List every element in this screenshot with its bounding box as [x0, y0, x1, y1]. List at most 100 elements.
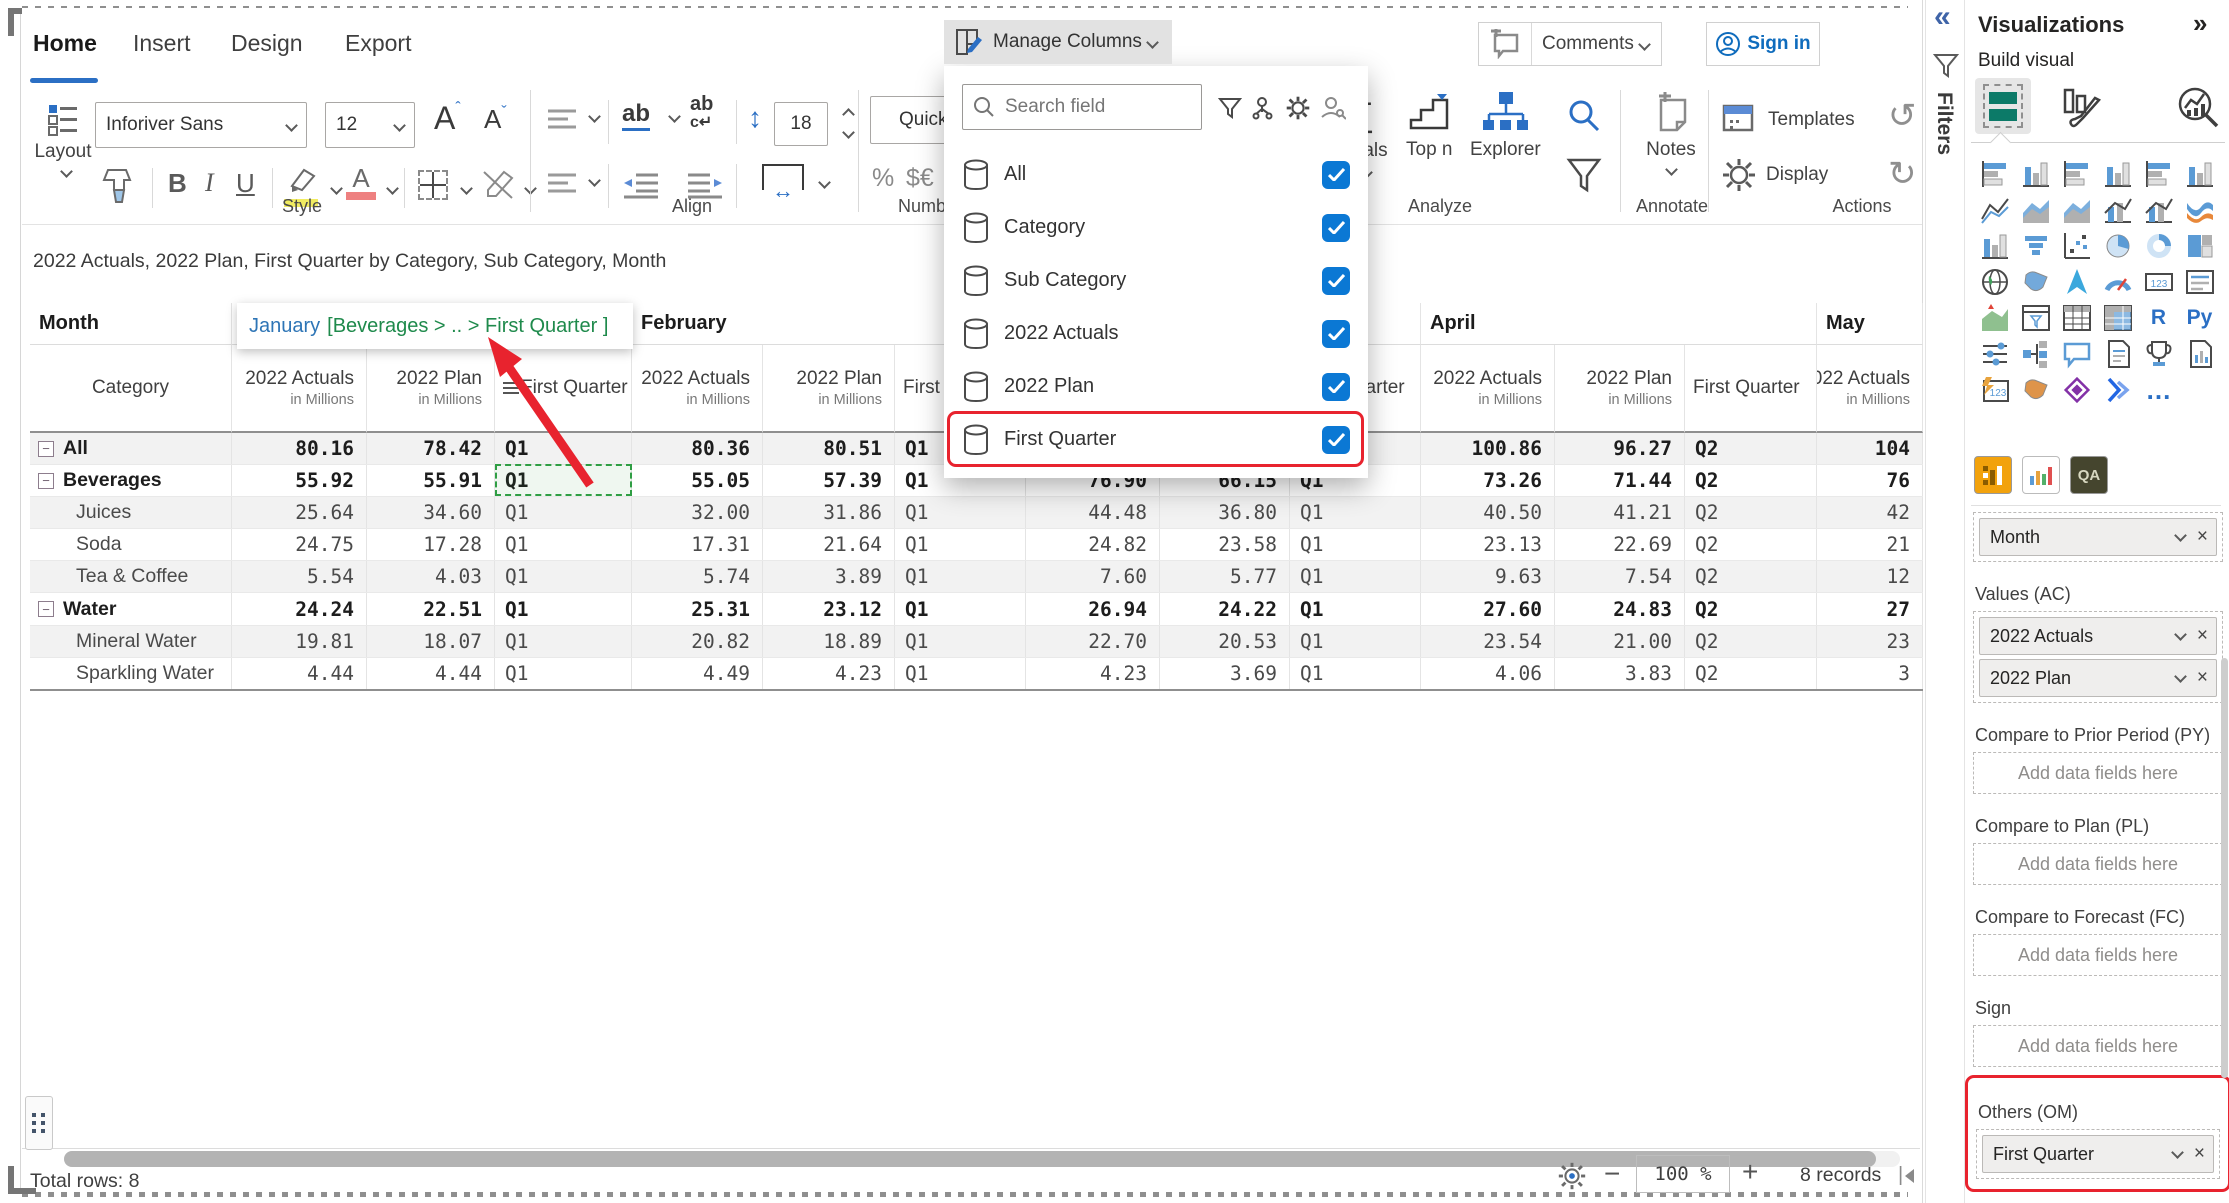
more-visuals-icon[interactable]: …	[2138, 372, 2179, 408]
well-placeholder[interactable]: Add data fields here	[1973, 1025, 2223, 1067]
stacked-bar-chart-icon[interactable]	[1974, 156, 2015, 192]
manage-columns-button[interactable]: Manage Columns	[944, 20, 1172, 64]
column-header-measure[interactable]: 2022 Actualsin Millions	[1817, 345, 1923, 433]
data-cell[interactable]: 25.64	[232, 497, 367, 528]
power-apps-icon[interactable]	[2056, 372, 2097, 408]
pill-chevron[interactable]	[2174, 529, 2187, 542]
text-direction-chevron[interactable]	[668, 110, 681, 123]
collapse-icon[interactable]: −	[38, 441, 54, 457]
column-header-measure[interactable]: 2022 Actualsin Millions	[1421, 345, 1555, 433]
row-label[interactable]: −Water	[30, 593, 232, 624]
notes-button[interactable]: Notes	[1638, 92, 1704, 179]
data-cell[interactable]: 24.24	[232, 593, 367, 624]
data-cell[interactable]: 23.13	[1421, 529, 1555, 560]
clustered-column-chart-icon[interactable]	[2097, 156, 2138, 192]
key-influencers-icon[interactable]	[1974, 336, 2015, 372]
data-cell[interactable]: Q1	[495, 529, 632, 560]
filled-map-icon[interactable]	[2015, 264, 2056, 300]
row-label[interactable]: −All	[30, 433, 232, 464]
tab-format-visual[interactable]	[2059, 86, 2103, 130]
azure-map-icon[interactable]	[2056, 264, 2097, 300]
data-cell[interactable]: 23	[1817, 626, 1923, 657]
line-and-stacked-column-chart-icon[interactable]	[2097, 192, 2138, 228]
search-field[interactable]: Search field	[962, 84, 1202, 130]
data-cell[interactable]: Q1	[495, 433, 632, 464]
text-direction-button[interactable]: ab	[622, 100, 650, 131]
data-cell[interactable]: 25.31	[632, 593, 763, 624]
field-item-all[interactable]: All	[944, 148, 1368, 201]
field-pill-month[interactable]: Month×	[1979, 518, 2217, 556]
data-cell[interactable]: Q2	[1685, 529, 1817, 560]
data-cell[interactable]: 80.16	[232, 433, 367, 464]
data-cell[interactable]: 24.22	[1160, 593, 1290, 624]
filter-icon[interactable]	[1933, 52, 1959, 80]
data-cell[interactable]: 17.28	[367, 529, 495, 560]
filter-icon[interactable]	[1566, 156, 1602, 196]
data-cell[interactable]: 4.06	[1421, 658, 1555, 689]
data-cell[interactable]: 55.05	[632, 465, 763, 496]
data-cell[interactable]: 78.42	[367, 433, 495, 464]
percent-format-button[interactable]: %	[872, 164, 894, 193]
clustered-bar-chart-icon[interactable]	[2056, 156, 2097, 192]
collapse-icon[interactable]: −	[38, 601, 54, 617]
map-icon[interactable]	[1974, 264, 2015, 300]
field-item-sub-category[interactable]: Sub Category	[944, 254, 1368, 307]
data-cell[interactable]: 40.50	[1421, 497, 1555, 528]
data-cell[interactable]: Q1	[495, 658, 632, 689]
data-cell[interactable]: 17.31	[632, 529, 763, 560]
stacked-area-chart-icon[interactable]	[2056, 192, 2097, 228]
font-color-chevron[interactable]	[386, 182, 399, 195]
wrap-text-button[interactable]: abc↵	[690, 96, 713, 131]
scorecard-icon[interactable]: 123	[1974, 372, 2015, 408]
panel-scrollbar[interactable]	[2221, 658, 2228, 1078]
selected-cell[interactable]	[495, 464, 632, 496]
month-header[interactable]: April	[1421, 303, 1817, 345]
data-cell[interactable]: 100.86	[1421, 433, 1555, 464]
data-cell[interactable]: 36.80	[1160, 497, 1290, 528]
row-label[interactable]: −Beverages	[30, 465, 232, 496]
data-cell[interactable]: 104	[1817, 433, 1923, 464]
inforiver-analytics-plus-icon[interactable]	[1974, 456, 2012, 494]
data-cell[interactable]: 3.69	[1160, 658, 1290, 689]
well-dropzone[interactable]: Month×	[1973, 512, 2223, 562]
row-label[interactable]: Tea & Coffee	[30, 561, 232, 592]
data-cell[interactable]: Q2	[1685, 497, 1817, 528]
column-header-first-quarter[interactable]: First Quarter	[1685, 345, 1817, 433]
data-cell[interactable]: 18.89	[763, 626, 895, 657]
data-cell[interactable]: Q1	[895, 593, 1026, 624]
data-cell[interactable]: Q1	[1290, 593, 1421, 624]
hundred-stacked-column-chart-icon[interactable]	[2179, 156, 2220, 192]
data-cell[interactable]: 3	[1817, 658, 1923, 689]
data-cell[interactable]: 22.70	[1026, 626, 1160, 657]
well-placeholder[interactable]: Add data fields here	[1973, 752, 2223, 794]
well-dropzone[interactable]: 2022 Actuals× 2022 Plan×	[1973, 611, 2223, 703]
zoom-in-button[interactable]: +	[1742, 1156, 1758, 1188]
checked-checkbox[interactable]	[1322, 161, 1350, 189]
data-cell[interactable]: 41.21	[1555, 497, 1685, 528]
zoom-level[interactable]: 100 %	[1636, 1155, 1730, 1193]
data-cell[interactable]: 57.39	[763, 465, 895, 496]
data-cell[interactable]: Q1	[1290, 529, 1421, 560]
data-cell[interactable]: Q1	[895, 497, 1026, 528]
data-cell[interactable]: Q1	[1290, 561, 1421, 592]
decomposition-tree-icon[interactable]	[2015, 336, 2056, 372]
increase-font-button[interactable]: Aˆ	[434, 100, 461, 137]
highlight-color-chevron[interactable]	[330, 182, 343, 195]
layout-button[interactable]: Layout	[32, 100, 94, 181]
data-cell[interactable]: 4.23	[763, 658, 895, 689]
data-cell[interactable]: 24.83	[1555, 593, 1685, 624]
row-label[interactable]: Soda	[30, 529, 232, 560]
tab-export[interactable]: Export	[345, 30, 411, 57]
column-header-measure[interactable]: 2022 Actualsin Millions	[232, 345, 367, 433]
decrease-font-button[interactable]: Aˇ	[484, 104, 507, 135]
borders-chevron[interactable]	[460, 182, 473, 195]
borders-button[interactable]	[418, 170, 448, 200]
settings-gear-icon[interactable]	[1558, 1162, 1586, 1190]
field-pill-2022-plan[interactable]: 2022 Plan×	[1979, 659, 2217, 697]
field-pill-first-quarter[interactable]: First Quarter×	[1982, 1135, 2214, 1173]
field-pill-2022-actuals[interactable]: 2022 Actuals×	[1979, 617, 2217, 655]
data-cell[interactable]: 71.44	[1555, 465, 1685, 496]
scatter-chart-icon[interactable]	[2056, 228, 2097, 264]
smart-narrative-icon[interactable]	[2097, 336, 2138, 372]
data-cell[interactable]: 21	[1817, 529, 1923, 560]
